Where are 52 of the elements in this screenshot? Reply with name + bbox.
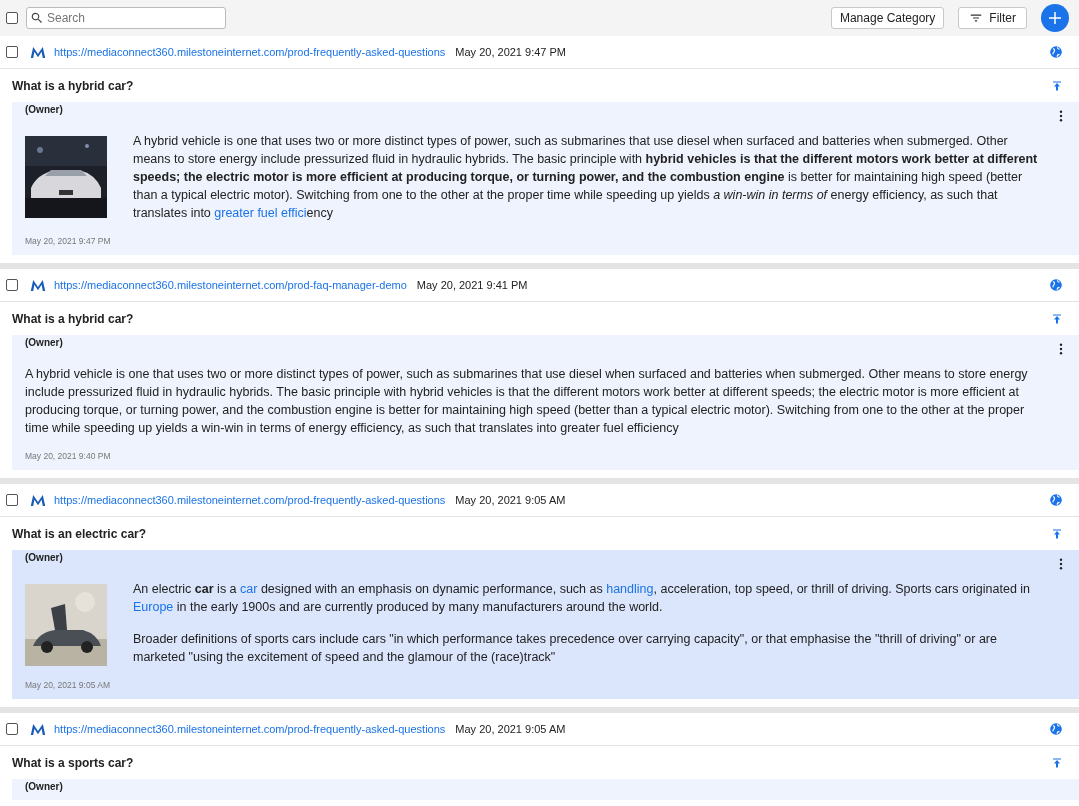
question-title: What is a hybrid car? (12, 312, 134, 326)
answer-author: (Owner) (25, 337, 63, 348)
add-button[interactable] (1041, 4, 1069, 32)
answer-date: May 20, 2021 9:40 PM (25, 451, 111, 461)
logo-icon (30, 278, 46, 292)
answer-author: (Owner) (25, 552, 63, 563)
filter-button[interactable]: Filter (958, 7, 1027, 29)
answer-date: May 20, 2021 9:47 PM (25, 236, 111, 246)
answer-text: Broader definitions of sports cars include cars "in which performance takes precedence over carrying capacity", or that emphasise the "thrill of driving" or are marketed "using the excitement of speed and the glamour of the (race)track" (133, 631, 998, 666)
answer-author: (Owner) (25, 781, 63, 792)
question-title: What is an electric car? (12, 527, 147, 541)
page-url-link[interactable]: https://mediaconnect360.milestoneinternet.com/prod-frequently-asked-questions (54, 723, 446, 735)
manage-category-button[interactable]: Manage Category (830, 7, 945, 29)
question-title: What is a hybrid car? (12, 79, 134, 93)
logo-icon (30, 493, 46, 507)
more-options-icon[interactable] (1059, 558, 1063, 570)
item-checkbox[interactable] (6, 723, 18, 735)
item-checkbox[interactable] (6, 46, 18, 58)
item-date: May 20, 2021 9:41 PM (416, 279, 528, 291)
page-url-link[interactable]: https://mediaconnect360.milestoneinternet.com/prod-frequently-asked-questions (54, 494, 446, 506)
logo-icon (30, 45, 46, 59)
move-to-top-icon[interactable] (1051, 757, 1063, 769)
globe-icon[interactable] (1049, 278, 1063, 292)
select-all-checkbox[interactable] (6, 12, 18, 24)
move-to-top-icon[interactable] (1051, 80, 1063, 92)
page-url-link[interactable]: https://mediaconnect360.milestoneinternet.com/prod-frequently-asked-questions (54, 46, 446, 58)
question-title: What is a sports car? (12, 756, 134, 770)
more-options-icon[interactable] (1059, 343, 1063, 355)
search-field[interactable]: Search (26, 7, 226, 29)
answer-text: A hybrid vehicle is one that uses two or more distinct types of power, such as submarines that use diesel when surfaced and batteries when submerged. Other means to store energy include pressurized fluid in hydraulic hybrids. The basic principle with hybrid vehicles is that the different motors work better at different speeds; the electric motor is more efficient at producing torque, or turning power, and the combustion engine is better for maintaining high speed (better than a typical electric motor). Switching from one to the other at the proper time while speeding up yields a win-win in terms of energy efficiency, as such that translates into greater fuel efficiency (25, 366, 1029, 437)
move-to-top-icon[interactable] (1051, 313, 1063, 325)
text-link[interactable]: car (240, 582, 258, 596)
page-url-link[interactable]: https://mediaconnect360.milestoneinternet.com/prod-faq-manager-demo (54, 279, 407, 291)
item-date: May 20, 2021 9:47 PM (455, 46, 566, 58)
move-to-top-icon[interactable] (1051, 528, 1063, 540)
answer-date: May 20, 2021 9:05 AM (25, 680, 111, 690)
text-link[interactable]: Europe (133, 600, 174, 614)
item-checkbox[interactable] (6, 494, 18, 506)
text-link[interactable]: greater fuel effici (214, 206, 307, 220)
answer-text: A hybrid vehicle is one that uses two or more distinct types of power, such as submarines that use diesel when surfaced and batteries when submerged. Other means to store energy include pressurized fluid in hydraulic hybrids. The basic principle with hybrid vehicles is that the different motors work better at different speeds; the electric motor is more efficient at producing torque, or turning power, and the combustion engine is better for maintaining high speed (better than a typical electric motor). Switching from one to the other at the proper time while speeding up yields a win-win in terms of energy efficiency, as such that translates into greater fuel efficiency (133, 133, 1039, 222)
answer-author: (Owner) (25, 104, 63, 115)
globe-icon[interactable] (1049, 45, 1063, 59)
more-options-icon[interactable] (1059, 110, 1063, 122)
globe-icon[interactable] (1049, 493, 1063, 507)
search-icon (30, 11, 44, 25)
answer-text: An electric car is a car designed with an emphasis on dynamic performance, such as handling, acceleration, top speed, or thrill of driving. Sports cars originated in Europe in the early 1900s and are currently produced by many manufacturers around the world. (133, 581, 1032, 616)
globe-icon[interactable] (1049, 722, 1063, 736)
item-date: May 20, 2021 9:05 AM (455, 723, 566, 735)
item-date: May 20, 2021 9:05 AM (455, 494, 566, 506)
logo-icon (30, 722, 46, 736)
plus-icon (1046, 9, 1064, 27)
item-checkbox[interactable] (6, 279, 18, 291)
